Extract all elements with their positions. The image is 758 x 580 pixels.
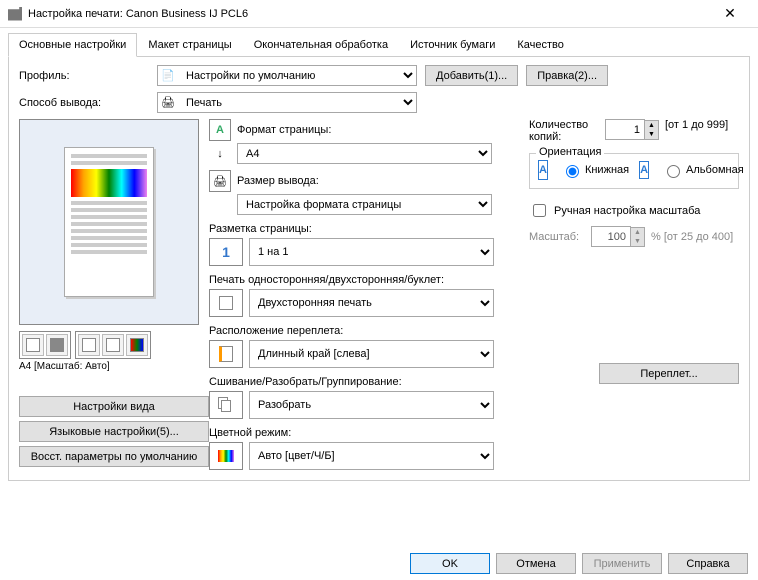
binding-settings-button[interactable]: Переплет... — [599, 363, 739, 384]
preview-caption: A4 [Масштаб: Авто] — [19, 361, 199, 372]
help-button[interactable]: Справка — [668, 553, 748, 574]
output-method-select[interactable]: Печать — [157, 92, 417, 113]
close-icon[interactable]: ✕ — [710, 5, 750, 22]
copies-range: [от 1 до 999] — [665, 119, 728, 131]
spin-up-icon: ▲ — [631, 228, 644, 237]
landscape-icon: A — [639, 161, 649, 179]
tab-quality[interactable]: Качество — [506, 33, 575, 57]
output-method-label: Способ вывода: — [19, 97, 149, 109]
scale-spinner: ▲▼ — [591, 226, 645, 247]
layout-icon: 1 — [209, 238, 243, 266]
scale-label: Масштаб: — [529, 231, 585, 243]
restore-defaults-button[interactable]: Восст. параметры по умолчанию — [19, 446, 209, 467]
ok-button[interactable]: OK — [410, 553, 490, 574]
page-layout-label: Разметка страницы: — [209, 223, 519, 235]
profile-label: Профиль: — [19, 70, 149, 82]
page-layout-select[interactable]: 1 на 1 — [249, 238, 494, 266]
manual-scale-label: Ручная настройка масштаба — [554, 205, 700, 217]
add-profile-button[interactable]: Добавить(1)... — [425, 65, 518, 86]
cancel-button[interactable]: Отмена — [496, 553, 576, 574]
duplex-select[interactable]: Двухсторонняя печать — [249, 289, 494, 317]
output-size-icon: 🖨 — [209, 170, 231, 192]
finish-select[interactable]: Разобрать — [249, 391, 494, 419]
binding-label: Расположение переплета: — [209, 325, 519, 337]
window-title: Настройка печати: Canon Business IJ PCL6 — [28, 8, 710, 20]
copies-spinner[interactable]: ▲▼ — [605, 119, 659, 140]
binding-select[interactable]: Длинный край [слева] — [249, 340, 494, 368]
page-size-select[interactable]: A4 — [237, 143, 492, 164]
portrait-icon: A — [538, 160, 548, 180]
color-mode-select[interactable]: Авто [цвет/Ч/Б] — [249, 442, 494, 470]
duplex-icon — [209, 289, 243, 317]
spin-down-icon[interactable]: ▼ — [645, 130, 658, 139]
language-settings-button[interactable]: Языковые настройки(5)... — [19, 421, 209, 442]
tab-paper-source[interactable]: Источник бумаги — [399, 33, 506, 57]
scale-input — [591, 226, 631, 247]
preview-mode-group-1[interactable] — [19, 331, 71, 359]
orientation-legend: Ориентация — [536, 146, 604, 158]
output-size-select[interactable]: Настройка формата страницы — [237, 194, 492, 215]
tab-main[interactable]: Основные настройки — [8, 33, 137, 57]
printer-icon — [8, 7, 22, 21]
arrow-down-icon: ↓ — [209, 148, 231, 160]
profile-select[interactable]: Настройки по умолчанию — [157, 65, 417, 86]
copies-input[interactable] — [605, 119, 645, 140]
spin-down-icon: ▼ — [631, 237, 644, 246]
page-size-icon: A — [209, 119, 231, 141]
apply-button[interactable]: Применить — [582, 553, 662, 574]
tab-finishing[interactable]: Окончательная обработка — [243, 33, 399, 57]
output-size-label: Размер вывода: — [237, 175, 319, 187]
view-settings-button[interactable]: Настройки вида — [19, 396, 209, 417]
collate-icon — [209, 391, 243, 419]
preview-mode-group-2[interactable] — [75, 331, 151, 359]
duplex-label: Печать односторонняя/двухсторонняя/букле… — [209, 274, 519, 286]
orientation-landscape[interactable]: Альбомная — [662, 162, 744, 178]
spin-up-icon[interactable]: ▲ — [645, 121, 658, 130]
finish-label: Сшивание/Разобрать/Группирование: — [209, 376, 519, 388]
rainbow-preview-icon — [71, 169, 147, 197]
manual-scale-checkbox[interactable] — [533, 204, 546, 217]
edit-profile-button[interactable]: Правка(2)... — [526, 65, 608, 86]
tab-page-layout[interactable]: Макет страницы — [137, 33, 242, 57]
copies-label: Количество копий: — [529, 119, 599, 143]
page-size-label: Формат страницы: — [237, 124, 331, 136]
scale-range: % [от 25 до 400] — [651, 231, 733, 243]
orientation-portrait[interactable]: Книжная — [561, 162, 629, 178]
color-mode-icon — [209, 442, 243, 470]
tab-bar: Основные настройки Макет страницы Оконча… — [8, 32, 750, 57]
page-preview — [19, 119, 199, 325]
color-mode-label: Цветной режим: — [209, 427, 519, 439]
binding-icon — [209, 340, 243, 368]
